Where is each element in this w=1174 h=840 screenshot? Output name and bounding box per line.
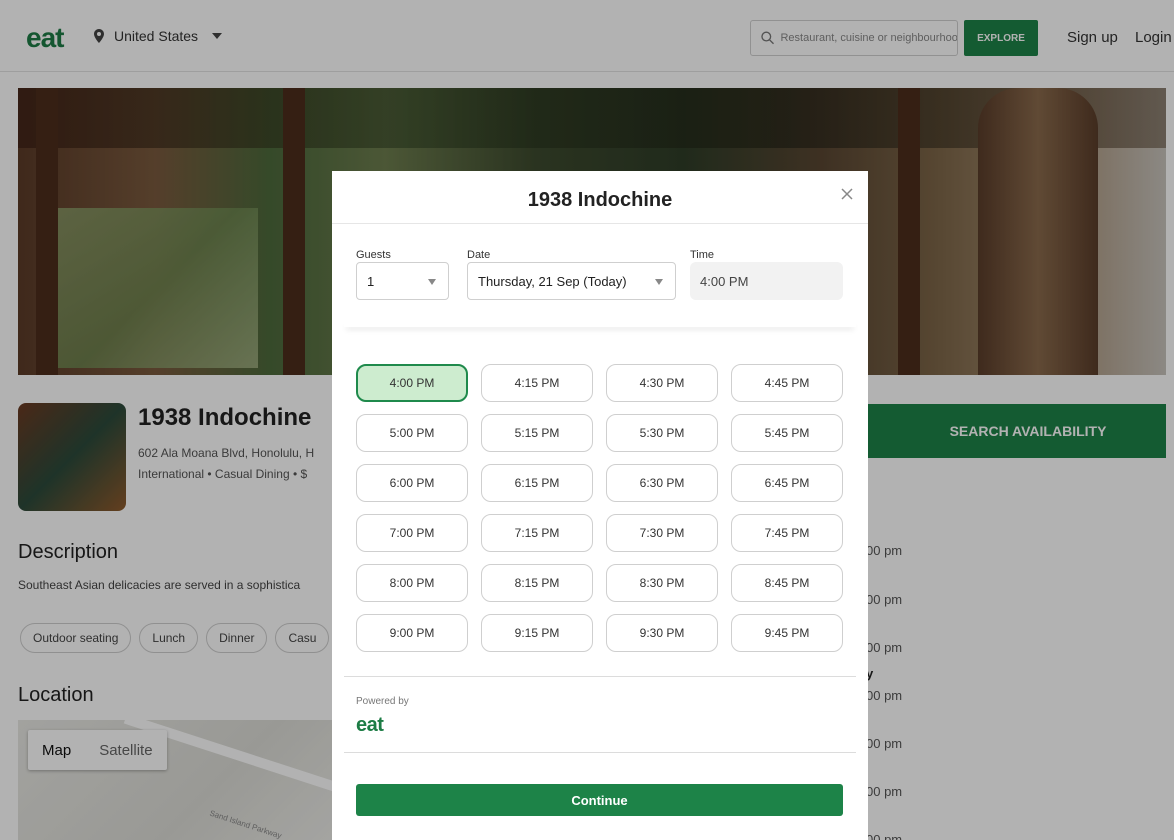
time-slot-button[interactable]: 9:00 PM — [356, 614, 468, 652]
divider — [332, 223, 868, 224]
time-slot-button[interactable]: 5:15 PM — [481, 414, 593, 452]
eat-logo: eat — [356, 714, 384, 736]
time-slot-button[interactable]: 9:30 PM — [606, 614, 718, 652]
time-slot-button[interactable]: 4:00 PM — [356, 364, 468, 402]
time-slot-button[interactable]: 6:00 PM — [356, 464, 468, 502]
guests-label: Guests — [356, 249, 391, 261]
time-slot-button[interactable]: 9:15 PM — [481, 614, 593, 652]
chevron-down-icon — [428, 279, 436, 285]
time-slot-button[interactable]: 6:15 PM — [481, 464, 593, 502]
time-slot-button[interactable]: 4:30 PM — [606, 364, 718, 402]
time-slot-button[interactable]: 4:15 PM — [481, 364, 593, 402]
time-slot-button[interactable]: 5:00 PM — [356, 414, 468, 452]
guests-select[interactable]: 1 — [356, 262, 449, 300]
time-slot-button[interactable]: 7:00 PM — [356, 514, 468, 552]
time-slot-button[interactable]: 6:45 PM — [731, 464, 843, 502]
time-field[interactable]: 4:00 PM — [690, 262, 843, 300]
time-slot-button[interactable]: 8:00 PM — [356, 564, 468, 602]
chevron-down-icon — [655, 279, 663, 285]
divider — [344, 676, 856, 677]
time-slot-button[interactable]: 7:15 PM — [481, 514, 593, 552]
time-label: Time — [690, 249, 715, 261]
time-slot-button[interactable]: 6:30 PM — [606, 464, 718, 502]
time-slot-button[interactable]: 4:45 PM — [731, 364, 843, 402]
modal-title: 1938 Indochine — [527, 189, 673, 211]
time-slot-grid: 4:00 PM 4:15 PM 4:30 PM 4:45 PM 5:00 PM 5:15 … — [356, 364, 843, 652]
time-slot-button[interactable]: 9:45 PM — [731, 614, 843, 652]
date-label: Date — [467, 249, 491, 261]
powered-by-label: Powered by — [356, 696, 409, 707]
divider — [344, 752, 856, 753]
date-select[interactable]: Thursday, 21 Sep (Today) — [467, 262, 676, 300]
close-icon[interactable] — [838, 185, 856, 203]
divider — [344, 321, 856, 327]
time-slot-button[interactable]: 5:45 PM — [731, 414, 843, 452]
time-slot-button[interactable]: 5:30 PM — [606, 414, 718, 452]
time-slot-button[interactable]: 8:45 PM — [731, 564, 843, 602]
time-slot-button[interactable]: 7:30 PM — [606, 514, 718, 552]
date-value: Thursday, 21 Sep (Today) — [478, 273, 627, 289]
reservation-modal: 1938 Indochine Guests 1 Date Thursday, 2… — [332, 171, 868, 840]
time-slot-button[interactable]: 8:30 PM — [606, 564, 718, 602]
time-slot-button[interactable]: 7:45 PM — [731, 514, 843, 552]
continue-button[interactable]: Continue — [356, 784, 843, 816]
guests-value: 1 — [367, 273, 375, 289]
time-slot-button[interactable]: 8:15 PM — [481, 564, 593, 602]
